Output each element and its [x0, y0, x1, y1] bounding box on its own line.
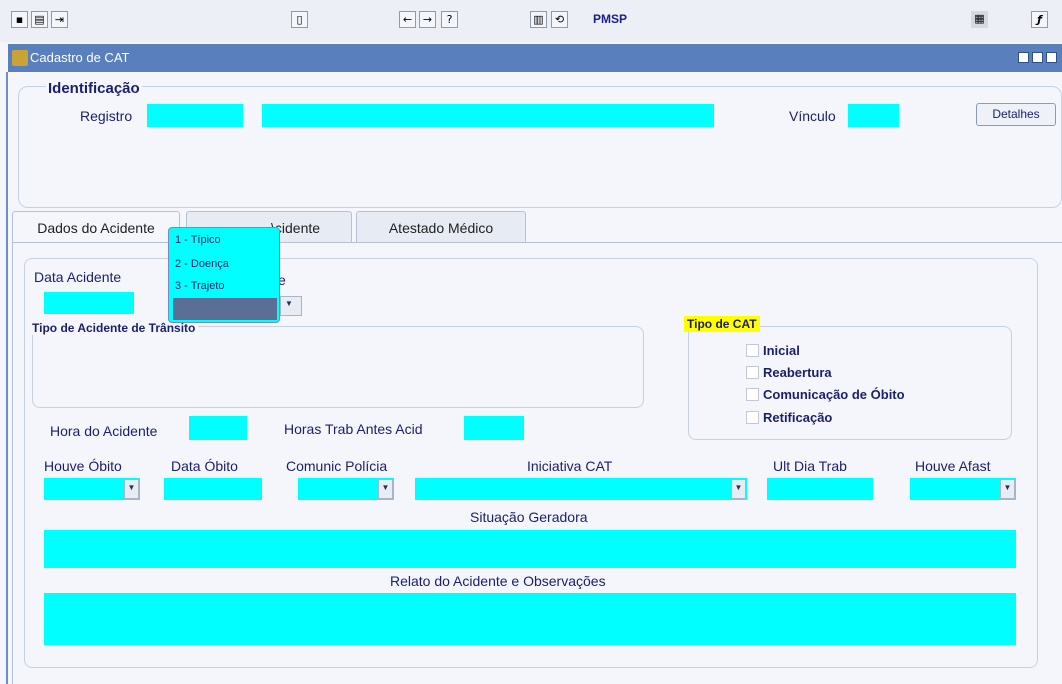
comunic-policia-dropdown[interactable]: ▼	[298, 478, 394, 500]
horas-trab-label: Horas Trab Antes Acid	[284, 421, 423, 437]
tab-dados-do-acidente[interactable]: Dados do Acidente	[12, 211, 180, 243]
window-frame-left	[6, 72, 8, 684]
chevron-down-icon: ▼	[1000, 479, 1015, 499]
clipboard-icon[interactable]: ▯	[291, 11, 308, 28]
tipo-cat-comunicacao-obito-label: Comunicação de Óbito	[763, 387, 905, 402]
houve-afast-dropdown[interactable]: ▼	[910, 478, 1016, 500]
function-icon[interactable]: ƒ	[1031, 11, 1048, 28]
chevron-down-icon: ▼	[731, 479, 746, 499]
houve-obito-dropdown[interactable]: ▼	[44, 478, 140, 500]
pmsp-label: PMSP	[593, 12, 628, 26]
iniciativa-cat-label: Iniciativa CAT	[527, 458, 613, 474]
window-titlebar: Cadastro de CAT	[8, 44, 1062, 72]
ult-dia-trab-field[interactable]	[767, 478, 873, 500]
building-icon	[12, 50, 28, 66]
tipo-cat-title: Tipo de CAT	[684, 316, 760, 332]
maximize-icon[interactable]	[1032, 52, 1043, 63]
comunic-policia-label: Comunic Polícia	[286, 458, 388, 474]
checkbox[interactable]	[746, 344, 759, 357]
refresh-icon[interactable]: ⟲	[551, 11, 568, 28]
chevron-down-icon: ▼	[285, 299, 293, 308]
vinculo-field[interactable]	[848, 104, 899, 127]
registro-label: Registro	[80, 108, 133, 124]
close-icon[interactable]	[1046, 52, 1057, 63]
tipo-cat-reabertura[interactable]: Reabertura	[746, 365, 832, 380]
checkbox[interactable]	[746, 411, 759, 424]
window-title: Cadastro de CAT	[30, 50, 130, 65]
tipo-cat-inicial-label: Inicial	[763, 343, 800, 358]
minimize-icon[interactable]	[1018, 52, 1029, 63]
tipo-cat-comunicacao-obito[interactable]: Comunicação de Óbito	[746, 387, 905, 402]
previous-icon[interactable]: ←	[399, 11, 416, 28]
tipo-cat-retificacao[interactable]: Retificação	[746, 410, 832, 425]
chevron-down-icon: ▼	[124, 479, 139, 499]
tipo-transito-title: Tipo de Acidente de Trânsito	[32, 321, 199, 335]
data-acidente-field[interactable]	[44, 292, 134, 314]
data-acidente-label: Data Acidente	[34, 269, 122, 285]
data-obito-field[interactable]	[164, 478, 262, 500]
data-obito-label: Data Óbito	[171, 458, 238, 474]
vinculo-label: Vínculo	[789, 108, 836, 124]
tipo-acidente-dropdown[interactable]: ▼	[280, 296, 302, 316]
save-icon[interactable]: ▪	[11, 11, 28, 28]
identificacao-title: Identificação	[46, 80, 142, 97]
grid-icon[interactable]: ▦	[971, 11, 988, 28]
delete-icon[interactable]: ▤	[31, 11, 48, 28]
ult-dia-trab-label: Ult Dia Trab	[773, 458, 847, 474]
registro-name-field[interactable]	[262, 104, 714, 127]
tipo-transito-group	[32, 326, 644, 408]
toolbar: ▪ ▤ ⇥ ▯ ← → ? ▥ ⟲ PMSP ▦ ƒ	[0, 0, 1062, 42]
situacao-geradora-field[interactable]	[44, 530, 1016, 568]
horas-trab-field[interactable]	[464, 416, 524, 440]
checkbox[interactable]	[746, 388, 759, 401]
popup-item-empty-selected[interactable]	[173, 298, 277, 320]
print-icon[interactable]: ▥	[530, 11, 547, 28]
relato-field[interactable]	[44, 593, 1016, 645]
situacao-geradora-label: Situação Geradora	[470, 509, 588, 525]
houve-obito-label: Houve Óbito	[44, 458, 122, 474]
tab-atestado-medico[interactable]: Atestado Médico	[356, 211, 526, 243]
next-icon[interactable]: →	[419, 11, 436, 28]
iniciativa-cat-dropdown[interactable]: ▼	[415, 478, 747, 500]
tipo-cat-group	[688, 326, 1012, 440]
popup-item-trajeto[interactable]: 3 - Trajeto	[175, 280, 225, 292]
exit-icon[interactable]: ⇥	[51, 11, 68, 28]
detalhes-button[interactable]: Detalhes	[976, 103, 1056, 126]
hora-acidente-field[interactable]	[189, 416, 247, 440]
hora-acidente-label: Hora do Acidente	[50, 423, 158, 439]
tipo-cat-retificacao-label: Retificação	[763, 410, 833, 425]
popup-item-tipico[interactable]: 1 - Típico	[175, 234, 221, 246]
houve-afast-label: Houve Afast	[915, 458, 991, 474]
popup-item-doenca[interactable]: 2 - Doença	[175, 258, 229, 270]
tipo-cat-reabertura-label: Reabertura	[763, 365, 832, 380]
registro-field[interactable]	[147, 104, 243, 127]
help-icon[interactable]: ?	[441, 11, 458, 28]
tipo-cat-inicial[interactable]: Inicial	[746, 343, 800, 358]
relato-label: Relato do Acidente e Observações	[390, 573, 606, 589]
chevron-down-icon: ▼	[378, 479, 393, 499]
tipo-acidente-popup-list: 1 - Típico 2 - Doença 3 - Trajeto	[168, 227, 280, 323]
checkbox[interactable]	[746, 366, 759, 379]
